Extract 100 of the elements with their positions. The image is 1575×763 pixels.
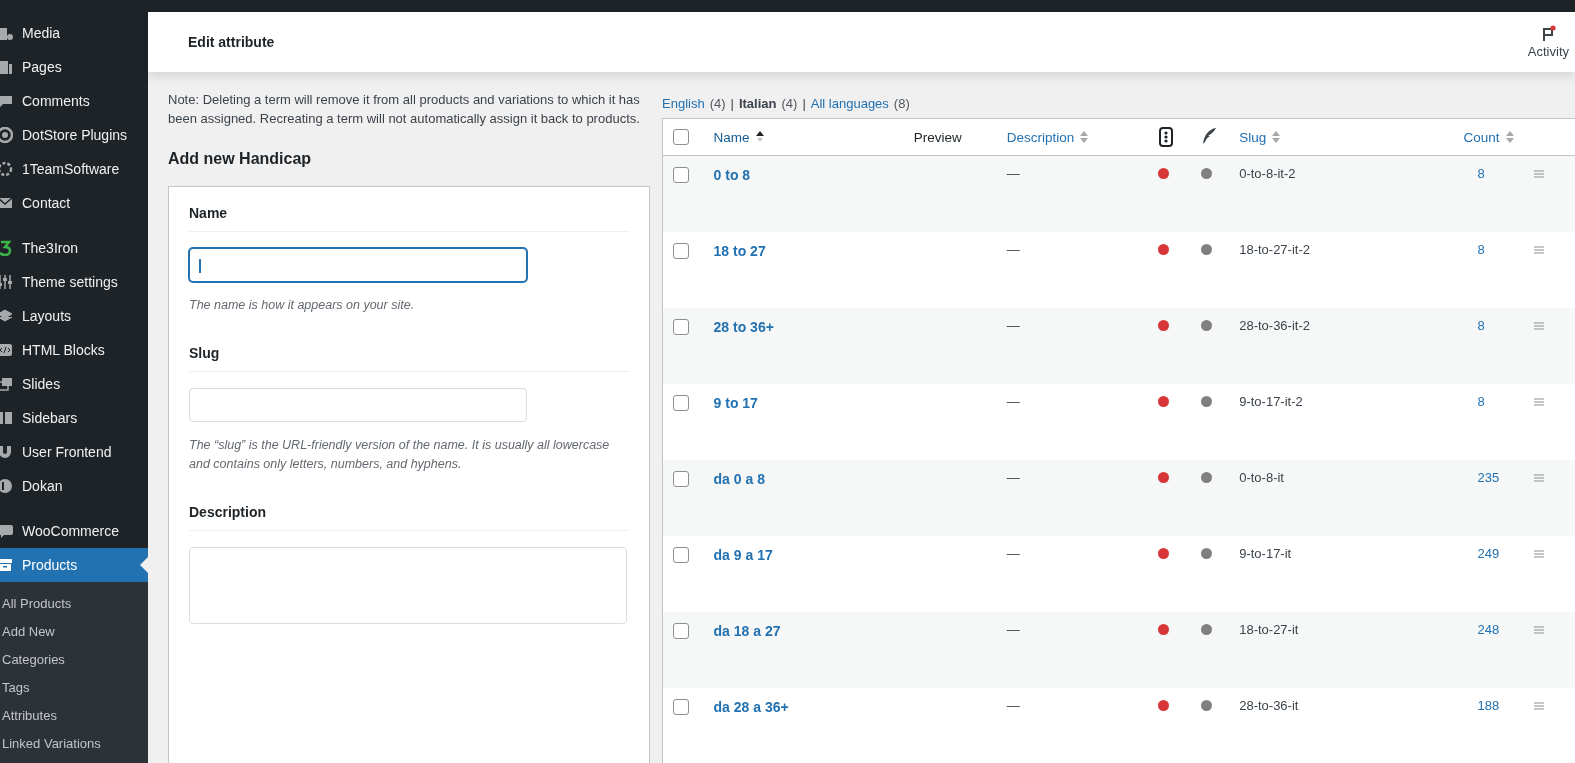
sidebar-item[interactable]: User Frontend (0, 435, 148, 469)
slug-text: 0-to-8-it (1239, 470, 1284, 485)
drag-handle-icon (1534, 550, 1545, 558)
sidebar-item[interactable]: Slides (0, 367, 148, 401)
sidebar-item[interactable]: Theme settings (0, 265, 148, 299)
magnet-icon (0, 444, 13, 460)
drag-handle-icon (1534, 626, 1545, 634)
text-field[interactable] (189, 248, 527, 282)
drag-handle-icon (1534, 702, 1545, 710)
select-all-checkbox[interactable] (673, 129, 689, 146)
count-link[interactable]: 8 (1477, 242, 1485, 257)
language-link[interactable]: Italian (738, 96, 777, 111)
term-name-link[interactable]: 0 to 8 (713, 167, 751, 183)
sidebar-item[interactable]: DotStore Plugins (0, 118, 148, 152)
feather-icon (1200, 127, 1217, 147)
drag-handle-icon (1534, 398, 1545, 406)
row-checkbox[interactable] (673, 470, 689, 487)
column-header[interactable]: Count (1463, 129, 1500, 145)
status-light-icon (1158, 127, 1175, 147)
sliders-icon (0, 274, 13, 290)
count-link[interactable]: 8 (1477, 318, 1485, 333)
term-name-link[interactable]: da 0 a 8 (713, 471, 765, 487)
sidebar-item[interactable]: Media (0, 16, 148, 50)
drag-handle-icon (1534, 322, 1545, 330)
column-header: Preview (913, 129, 962, 145)
sidebar-item[interactable]: The3Iron (0, 231, 148, 265)
description-text: — (1006, 166, 1020, 181)
description-text: — (1006, 622, 1020, 637)
slug-text: 0-to-8-it-2 (1239, 166, 1296, 181)
sidebar-item[interactable]: Dokan (0, 469, 148, 503)
submenu-item[interactable]: Add New (0, 618, 148, 646)
description-field[interactable] (189, 547, 627, 624)
sidebar-icon (0, 410, 13, 426)
separator: | (730, 96, 734, 111)
layers-icon (0, 308, 13, 324)
field-label: Slug (189, 345, 629, 372)
description-text: — (1006, 546, 1020, 561)
row-checkbox[interactable] (673, 166, 689, 183)
row-checkbox[interactable] (673, 394, 689, 411)
row-checkbox[interactable] (673, 622, 689, 639)
form-heading: Add new Handicap (168, 150, 313, 168)
count-link[interactable]: 249 (1477, 546, 1500, 561)
term-name-link[interactable]: 28 to 36+ (713, 319, 774, 335)
comment-icon (0, 93, 13, 109)
activity-button[interactable]: Activity (1527, 25, 1575, 59)
drag-handle-icon (1534, 474, 1545, 482)
column-header[interactable]: Name (713, 129, 750, 145)
sidebar-item[interactable]: Comments (0, 84, 148, 118)
count-link[interactable]: 188 (1477, 698, 1500, 713)
column-header[interactable]: Slug (1239, 129, 1267, 145)
submenu-item[interactable]: All Products (0, 590, 148, 618)
sidebar-item[interactable]: Products (0, 548, 148, 582)
count-link[interactable]: 8 (1477, 394, 1485, 409)
sidebar-item[interactable]: HTML Blocks (0, 333, 148, 367)
sidebar-item[interactable]: Contact (0, 186, 148, 220)
help-text: The name is how it appears on your site. (189, 297, 416, 314)
language-count: (4) (781, 96, 798, 111)
slug-text: 18-to-27-it-2 (1239, 242, 1310, 257)
page-title: Edit attribute (188, 34, 275, 50)
note-text: Note: Deleting a term will remove it from all products and variations to which it has been assigned. Recreating a term will not automatically assign it back to products. (168, 91, 641, 128)
term-name-link[interactable]: da 9 a 17 (713, 547, 773, 563)
submenu-item[interactable]: Linked Variations (0, 730, 148, 758)
submenu-item[interactable]: Tags (0, 674, 148, 702)
drag-handle-icon (1534, 246, 1545, 254)
column-header[interactable]: Description (1006, 129, 1075, 145)
row-checkbox[interactable] (673, 546, 689, 563)
sidebar-item[interactable]: Layouts (0, 299, 148, 333)
row-checkbox[interactable] (673, 318, 689, 335)
language-link[interactable]: English (662, 96, 705, 111)
count-link[interactable]: 235 (1477, 470, 1500, 485)
sidebar-item[interactable]: 1TeamSoftware (0, 152, 148, 186)
count-link[interactable]: 8 (1477, 166, 1485, 181)
sidebar-item[interactable]: Sidebars (0, 401, 148, 435)
digit-icon (0, 240, 13, 256)
slug-text: 9-to-17-it (1239, 546, 1292, 561)
slides-icon (0, 376, 13, 392)
description-text: — (1006, 470, 1020, 485)
slug-text: 18-to-27-it (1239, 622, 1299, 637)
term-name-link[interactable]: da 18 a 27 (713, 623, 781, 639)
sidebar-item[interactable]: Pages (0, 50, 148, 84)
term-name-link[interactable]: da 28 a 36+ (713, 699, 789, 715)
slug-text: 28-to-36-it (1239, 698, 1299, 713)
term-name-link[interactable]: 18 to 27 (713, 243, 766, 259)
sidebar-item[interactable]: WooCommerce (0, 514, 148, 548)
submenu-item[interactable]: Attributes (0, 702, 148, 730)
help-text: The “slug” is the URL-friendly version of the name. It is usually all lowercase and contains only letters, numbers, and hyphens. (189, 437, 611, 473)
row-checkbox[interactable] (673, 242, 689, 259)
pages-icon (0, 59, 13, 75)
archive-icon (0, 557, 13, 573)
count-link[interactable]: 248 (1477, 622, 1500, 637)
ring-icon (0, 127, 13, 143)
description-text: — (1006, 242, 1020, 257)
language-count: (4) (709, 96, 726, 111)
term-name-link[interactable]: 9 to 17 (713, 395, 758, 411)
language-link[interactable]: All languages (810, 96, 889, 111)
description-text: — (1006, 318, 1020, 333)
row-checkbox[interactable] (673, 698, 689, 715)
language-count: (8) (893, 96, 910, 111)
field-label: Name (189, 205, 629, 232)
submenu-item[interactable]: Categories (0, 646, 148, 674)
